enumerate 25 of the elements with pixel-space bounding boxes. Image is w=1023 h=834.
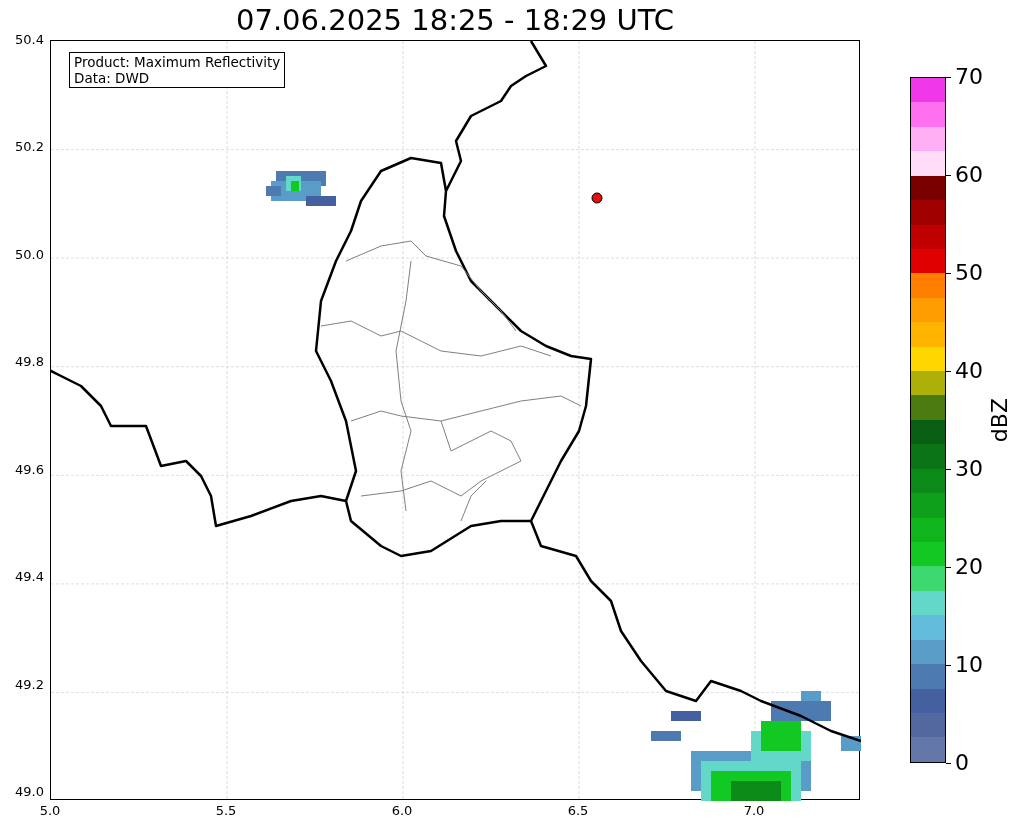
colorbar-label: dBZ: [987, 397, 1013, 443]
colorbar-tick-label: 20: [955, 554, 983, 580]
colorbar-tick-label: 60: [955, 162, 983, 188]
y-tick-label: 49.4: [15, 569, 44, 586]
y-tick-label: 50.2: [15, 139, 44, 156]
y-tick-label: 49.0: [15, 783, 44, 800]
colorbar-tick-label: 10: [955, 652, 983, 678]
colorbar-tick-label: 40: [955, 358, 983, 384]
y-tick-label: 49.8: [15, 354, 44, 371]
y-tick-label: 49.2: [15, 676, 44, 693]
x-tick-label: 7.0: [742, 803, 766, 819]
colorbar-tick-label: 0: [955, 750, 969, 776]
x-tick-label: 6.0: [390, 803, 414, 819]
y-tick-label: 50.4: [15, 32, 44, 48]
colorbar-tick-label: 70: [955, 64, 983, 90]
y-tick-label: 49.6: [15, 461, 44, 478]
x-tick-label: 5.0: [38, 803, 62, 819]
colorbar-tick-label: 50: [955, 260, 983, 286]
x-tick-label: 6.5: [566, 803, 590, 819]
x-tick-label: 5.5: [214, 803, 238, 819]
colorbar-tick-label: 30: [955, 456, 983, 482]
info-line: Product: Maximum Reflectivity: [74, 54, 281, 70]
y-tick-label: 50.0: [15, 246, 44, 263]
info-line: Data: DWD: [74, 70, 151, 86]
chart-title: 07.06.2025 18:25 - 18:29 UTC: [235, 2, 675, 39]
